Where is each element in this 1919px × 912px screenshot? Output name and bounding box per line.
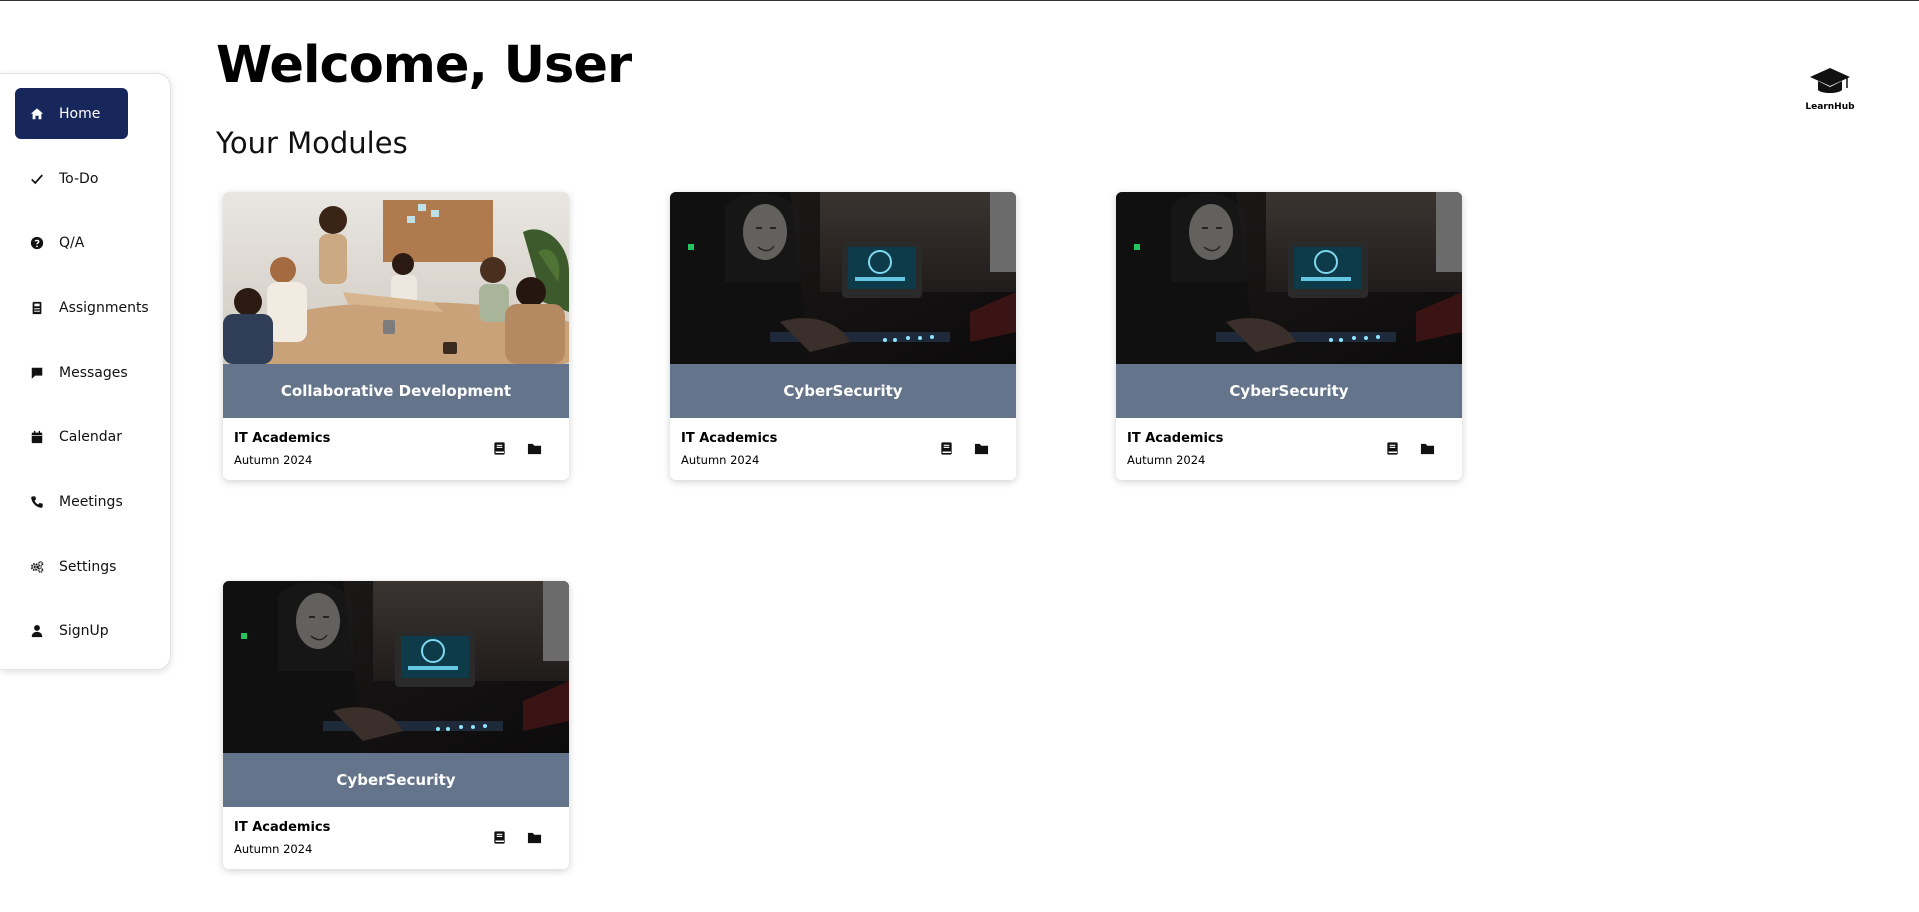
check-icon (29, 171, 45, 187)
module-term: Autumn 2024 (234, 842, 313, 856)
calculator-icon (29, 300, 45, 316)
sidebar-item-signup[interactable]: SignUp (15, 605, 128, 656)
top-border (0, 0, 1919, 1)
module-card[interactable]: CyberSecurity IT Academics Autumn 2024 (1116, 192, 1462, 480)
sidebar-item-label: SignUp (59, 622, 109, 639)
sidebar-item-label: Q/A (59, 234, 85, 251)
calendar-icon (29, 429, 45, 445)
module-footer: IT Academics Autumn 2024 (1116, 418, 1462, 480)
module-title: CyberSecurity (223, 753, 569, 807)
sidebar-item-label: Calendar (59, 428, 122, 445)
question-circle-icon (29, 235, 45, 251)
folder-icon[interactable] (1419, 440, 1435, 456)
module-footer: IT Academics Autumn 2024 (670, 418, 1016, 480)
sidebar-item-label: Messages (59, 364, 128, 381)
home-icon (29, 106, 45, 122)
module-title: CyberSecurity (670, 364, 1016, 418)
sidebar-item-label: Assignments (59, 299, 149, 316)
module-provider: IT Academics (1127, 431, 1224, 446)
brand-name: LearnHub (1805, 102, 1855, 112)
sidebar-item-messages[interactable]: Messages (15, 347, 128, 398)
sidebar-item-meetings[interactable]: Meetings (15, 476, 128, 527)
module-footer: IT Academics Autumn 2024 (223, 418, 569, 480)
sidebar-item-label: Settings (59, 558, 117, 575)
sidebar-item-label: Meetings (59, 493, 123, 510)
module-image-hacker (670, 192, 1016, 364)
book-icon[interactable] (491, 829, 507, 845)
sidebar-item-settings[interactable]: Settings (15, 541, 128, 592)
sidebar-item-label: To-Do (59, 170, 99, 187)
module-image-hacker (223, 581, 569, 753)
module-image-hacker (1116, 192, 1462, 364)
module-provider: IT Academics (234, 431, 331, 446)
graduation-cap-icon (1810, 68, 1850, 93)
module-provider: IT Academics (681, 431, 778, 446)
phone-icon (29, 494, 45, 510)
module-term: Autumn 2024 (1127, 453, 1206, 467)
module-title: CyberSecurity (1116, 364, 1462, 418)
sidebar-item-calendar[interactable]: Calendar (15, 411, 128, 462)
brand-logo[interactable]: LearnHub (1800, 66, 1860, 112)
module-footer: IT Academics Autumn 2024 (223, 807, 569, 869)
sidebar-item-qa[interactable]: Q/A (15, 217, 128, 268)
module-provider: IT Academics (234, 820, 331, 835)
book-icon[interactable] (938, 440, 954, 456)
folder-icon[interactable] (973, 440, 989, 456)
book-icon[interactable] (1384, 440, 1400, 456)
module-term: Autumn 2024 (234, 453, 313, 467)
module-card[interactable]: CyberSecurity IT Academics Autumn 2024 (223, 581, 569, 869)
module-card[interactable]: CyberSecurity IT Academics Autumn 2024 (670, 192, 1016, 480)
module-card[interactable]: Collaborative Development IT Academics A… (223, 192, 569, 480)
page-title: Welcome, User (216, 36, 632, 95)
sidebar-item-assignments[interactable]: Assignments (15, 282, 149, 333)
sidebar: Home To-Do Q/A Assignments Messages Cale… (0, 73, 171, 670)
sidebar-item-label: Home (59, 105, 101, 122)
user-icon (29, 623, 45, 639)
module-title: Collaborative Development (223, 364, 569, 418)
folder-icon[interactable] (526, 440, 542, 456)
module-image-team-meeting (223, 192, 569, 364)
folder-icon[interactable] (526, 829, 542, 845)
sidebar-item-todo[interactable]: To-Do (15, 153, 128, 204)
message-icon (29, 365, 45, 381)
sidebar-item-home[interactable]: Home (15, 88, 128, 139)
book-icon[interactable] (491, 440, 507, 456)
module-term: Autumn 2024 (681, 453, 760, 467)
gears-icon (29, 559, 45, 575)
section-title: Your Modules (216, 126, 408, 160)
